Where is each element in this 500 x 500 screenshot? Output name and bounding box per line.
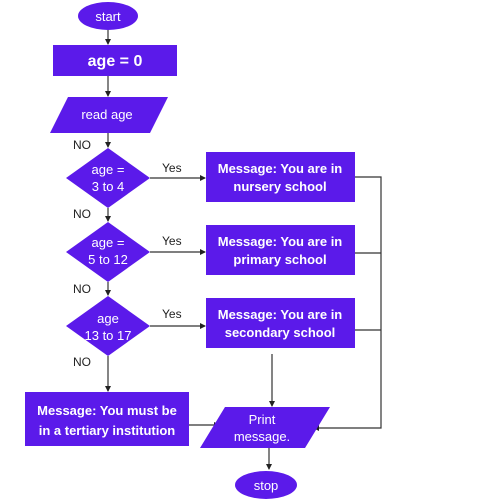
node-d2: age = 5 to 12 — [66, 222, 150, 282]
m2-line1: Message: You are in — [218, 234, 343, 249]
label-no-read: NO — [73, 138, 91, 152]
label-yes-d2: Yes — [162, 234, 182, 248]
node-read: read age — [50, 97, 168, 133]
m3-line2: secondary school — [225, 325, 336, 340]
m2-line2: primary school — [233, 252, 326, 267]
node-print: Print message. — [200, 407, 330, 448]
message-box-primary — [206, 225, 355, 275]
init-label: age = 0 — [88, 53, 143, 70]
start-label: start — [95, 9, 121, 24]
node-init: age = 0 — [53, 45, 177, 76]
m1-line2: nursery school — [233, 179, 326, 194]
label-no-d3: NO — [73, 355, 91, 369]
m4-line2: in a tertiary institution — [39, 423, 176, 438]
node-d3: age 13 to 17 — [66, 296, 150, 356]
node-start: start — [78, 2, 138, 30]
flowchart-canvas: NO NO NO NO Yes Yes Yes start age = 0 re… — [0, 0, 500, 500]
d2-line1: age = — [92, 235, 125, 250]
d1-line1: age = — [92, 162, 125, 177]
node-m4: Message: You must be in a tertiary insti… — [25, 392, 189, 446]
read-label: read age — [81, 107, 132, 122]
decision-diamond-3 — [66, 296, 150, 356]
print-line1: Print — [249, 412, 276, 427]
message-box-nursery — [206, 152, 355, 202]
label-no-d1: NO — [73, 207, 91, 221]
node-stop: stop — [235, 471, 297, 499]
print-line2: message. — [234, 429, 290, 444]
d3-line2: 13 to 17 — [85, 328, 132, 343]
stop-label: stop — [254, 478, 279, 493]
m1-line1: Message: You are in — [218, 161, 343, 176]
label-no-d2: NO — [73, 282, 91, 296]
label-yes-d3: Yes — [162, 307, 182, 321]
label-yes-d1: Yes — [162, 161, 182, 175]
m3-line1: Message: You are in — [218, 307, 343, 322]
d2-line2: 5 to 12 — [88, 252, 128, 267]
node-m1: Message: You are in nursery school — [206, 152, 355, 202]
decision-diamond-1 — [66, 148, 150, 208]
node-d1: age = 3 to 4 — [66, 148, 150, 208]
message-box-secondary — [206, 298, 355, 348]
m4-line1: Message: You must be — [37, 403, 177, 418]
node-m2: Message: You are in primary school — [206, 225, 355, 275]
node-m3: Message: You are in secondary school — [206, 298, 355, 348]
flowchart-svg: NO NO NO NO Yes Yes Yes start age = 0 re… — [25, 2, 382, 499]
d3-line1: age — [97, 311, 119, 326]
d1-line2: 3 to 4 — [92, 179, 125, 194]
